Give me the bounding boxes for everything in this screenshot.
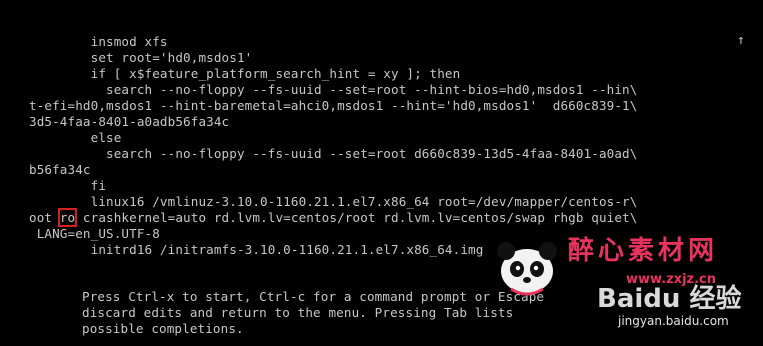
help-line: possible completions.: [82, 321, 244, 336]
ro-option-highlight[interactable]: ro: [57, 208, 78, 227]
editor-line-kernel-args: oot ro crashkernel=auto rd.lvm.lv=centos…: [29, 208, 741, 227]
editor-line: 3d5-4faa-8401-a0adb56fa34c: [29, 114, 230, 129]
kernel-args-rest: crashkernel=auto rd.lvm.lv=centos/root r…: [75, 210, 638, 225]
panda-logo-icon: [497, 242, 557, 296]
editor-line: if [ x$feature_platform_search_hint = xy…: [29, 66, 461, 81]
editor-line: insmod xfs: [29, 34, 168, 49]
editor-line: search --no-floppy --fs-uuid --set=root …: [29, 146, 638, 161]
editor-line: t-efi=hd0,msdos1 --hint-baremetal=ahci0,…: [29, 98, 638, 113]
watermark-site-name: 醉心素材网: [568, 236, 719, 266]
help-line: discard edits and return to the menu. Pr…: [82, 305, 514, 320]
kernel-args-prefix: oot: [29, 210, 60, 225]
baidu-jingyan-url: jingyan.baidu.com: [618, 314, 729, 328]
editor-line: else: [29, 130, 122, 145]
editor-line: fi: [29, 178, 107, 193]
editor-line: set root='hd0,msdos1': [29, 50, 253, 65]
baidu-jingyan-logo: Baidu 经验: [597, 284, 742, 314]
grub-entry-editor[interactable]: insmod xfs set root='hd0,msdos1' if [ x$…: [29, 34, 741, 258]
scroll-up-indicator-icon: ↑: [737, 33, 745, 48]
grub-edit-screen: insmod xfs set root='hd0,msdos1' if [ x$…: [0, 0, 763, 346]
editor-line: b56fa34c: [29, 162, 91, 177]
editor-line: search --no-floppy --fs-uuid --set=root …: [29, 82, 638, 97]
editor-line: linux16 /vmlinuz-3.10.0-1160.21.1.el7.x8…: [29, 194, 638, 209]
